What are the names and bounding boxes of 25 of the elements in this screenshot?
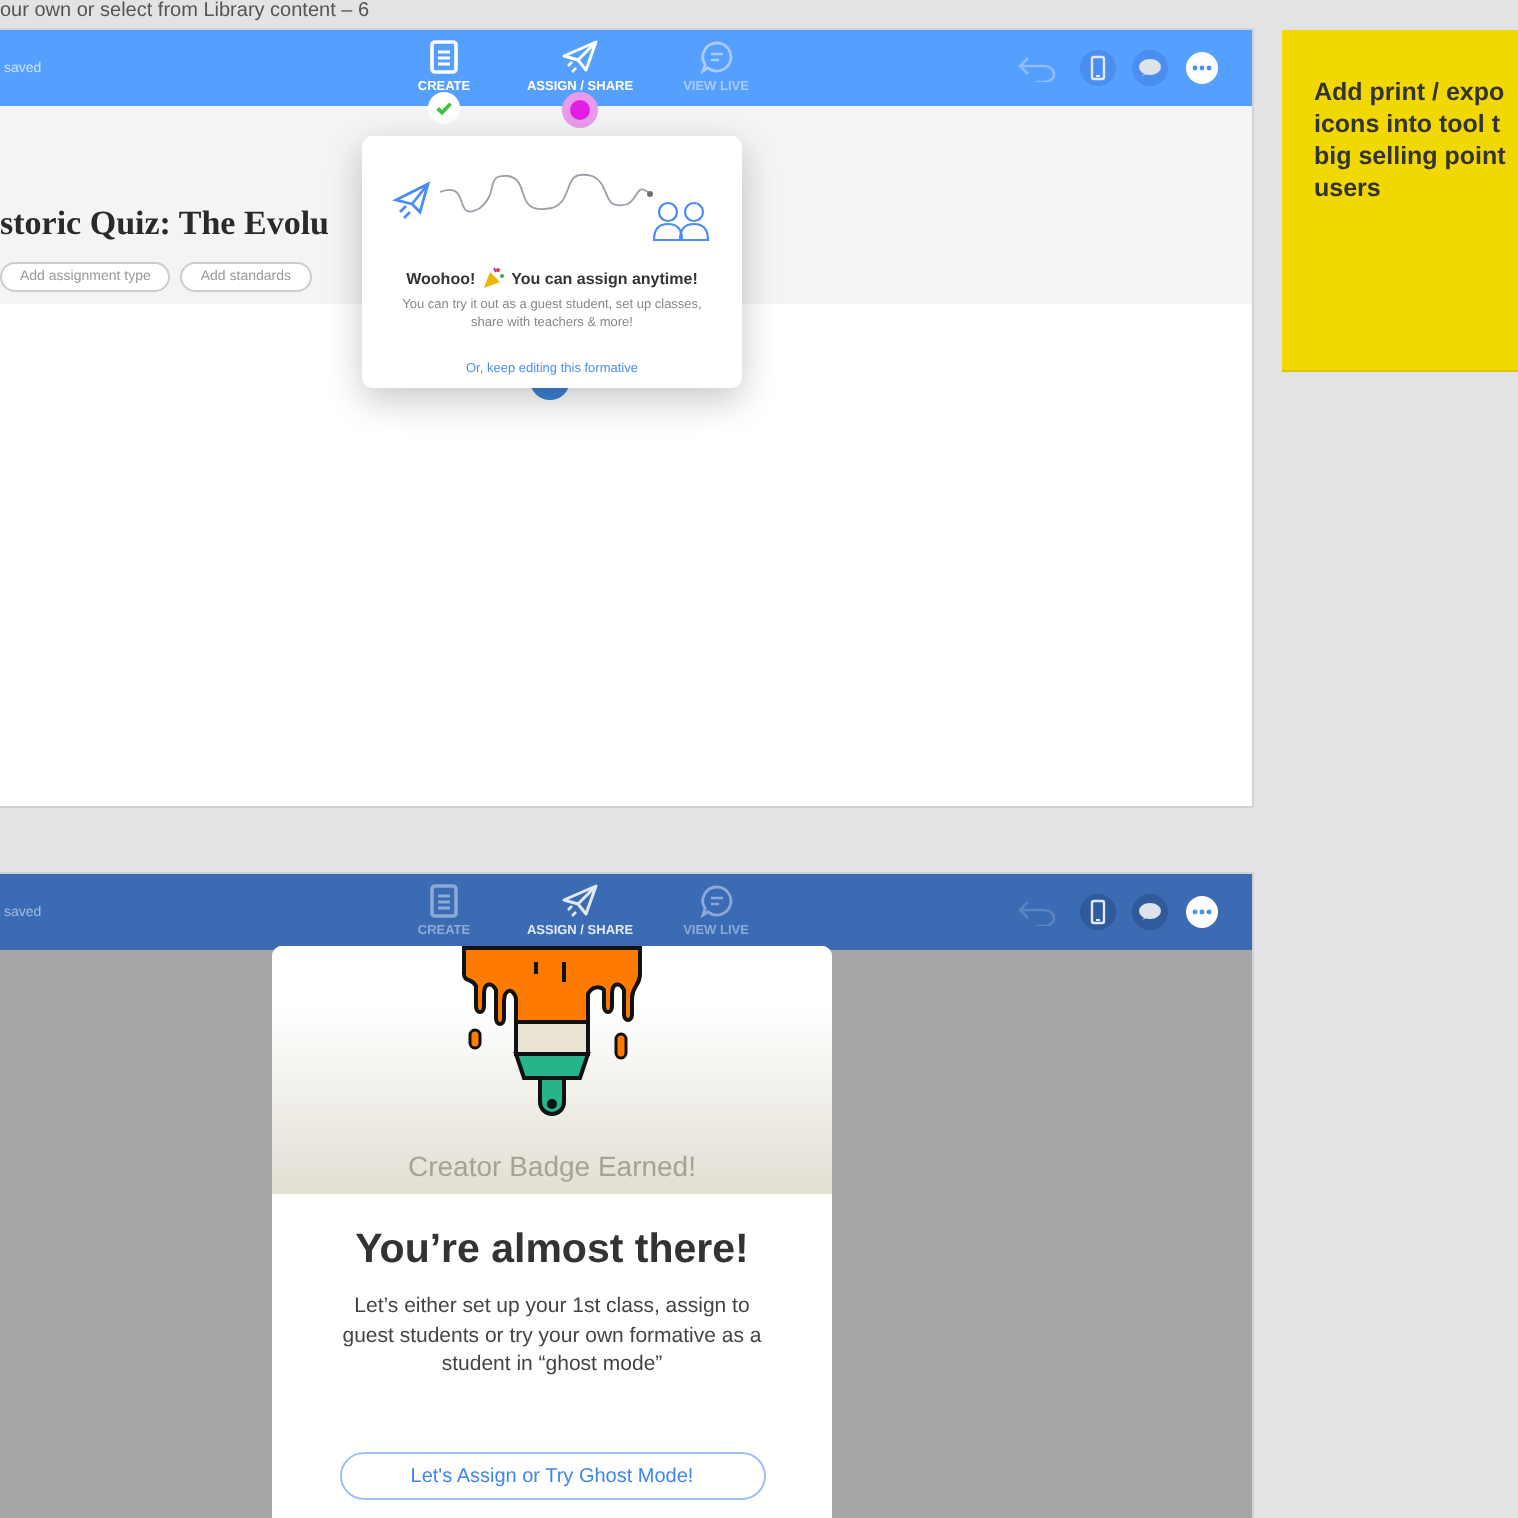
chat-icon[interactable] — [699, 40, 733, 74]
sticky-note-text: Add print / expo — [1314, 76, 1507, 108]
popover-title: Woohoo! — [406, 269, 476, 287]
mobile-preview-icon[interactable] — [1080, 50, 1116, 86]
sticky-note-text: big selling point — [1314, 140, 1508, 172]
chat-icon[interactable] — [699, 884, 733, 918]
sticky-note-text: icons into tool t — [1314, 108, 1503, 140]
mobile-preview-icon[interactable] — [1080, 894, 1116, 930]
comment-icon[interactable] — [1132, 50, 1168, 86]
badge-caption: Creator Badge Earned! — [408, 1150, 696, 1182]
quiz-title[interactable]: storic Quiz: The Evolu — [0, 204, 329, 244]
sticky-note-text: users — [1314, 172, 1383, 204]
party-popper-icon — [481, 266, 506, 290]
canvas-caption: our own or select from Library content – 6 — [0, 0, 370, 22]
more-icon[interactable] — [1184, 894, 1220, 930]
popover-title: You can assign anytime! — [511, 269, 698, 287]
comment-icon[interactable] — [1132, 894, 1168, 930]
modal-message: Let’s either set up your 1st class, assign to guest students or try your own formative as a student in “ghost mode” — [340, 1292, 764, 1381]
undo-icon[interactable] — [1016, 54, 1060, 82]
more-icon[interactable] — [1184, 50, 1220, 86]
paper-plane-icon[interactable] — [562, 884, 598, 918]
undo-icon[interactable] — [1016, 898, 1060, 926]
modal-heading: You’re almost there! — [355, 1226, 749, 1274]
assign-ghost-mode-button[interactable]: Let's Assign or Try Ghost Mode! — [339, 1452, 765, 1501]
document-icon[interactable] — [430, 884, 458, 918]
